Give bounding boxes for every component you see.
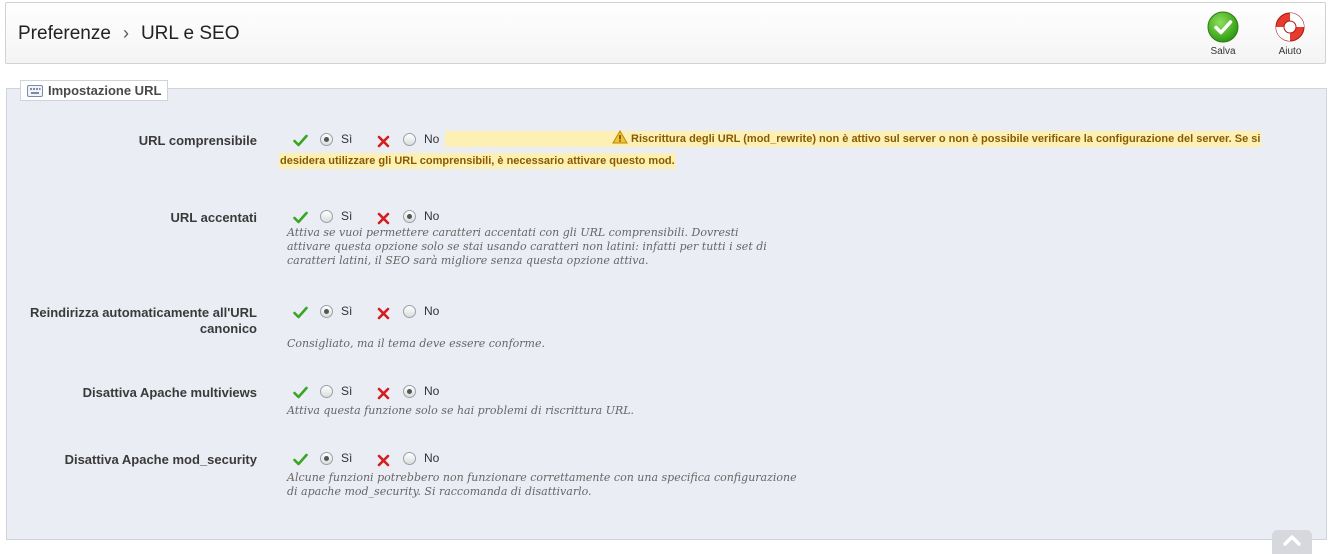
radio-yes[interactable]: [320, 133, 333, 146]
field-label: URL accentati: [170, 210, 257, 225]
field-help: Attiva se vuoi permettere caratteri acce…: [287, 226, 767, 267]
radio-yes-label: Sì: [341, 209, 353, 223]
radio-yes-label: Sì: [341, 451, 353, 465]
radio-yes-label: Sì: [341, 132, 353, 146]
yes-check-icon: [293, 211, 308, 224]
no-cross-icon: [377, 454, 390, 467]
radio-yes[interactable]: [320, 385, 333, 398]
radio-no[interactable]: [403, 133, 416, 146]
save-button[interactable]: Salva: [1197, 11, 1249, 61]
field-label: Disattiva Apache mod_security: [64, 452, 257, 467]
warning-message: Riscrittura degli URL (mod_rewrite) non …: [279, 127, 1283, 169]
radio-no[interactable]: [403, 210, 416, 223]
lifebuoy-icon: [1275, 12, 1305, 42]
field-label: URL comprensibile: [138, 133, 257, 148]
yes-check-icon: [293, 386, 308, 399]
radio-no-label: No: [424, 451, 440, 465]
scroll-to-top-button[interactable]: [1272, 530, 1312, 554]
radio-no-label: No: [424, 132, 440, 146]
help-button[interactable]: Aiuto: [1264, 11, 1316, 61]
yes-check-icon: [293, 306, 308, 319]
save-check-icon: [1207, 11, 1239, 43]
field-help: Alcune funzioni potrebbero non funzionar…: [287, 471, 797, 498]
keyboard-icon: [27, 85, 43, 100]
save-button-label: Salva: [1210, 46, 1236, 57]
radio-yes[interactable]: [320, 210, 333, 223]
chevron-right-icon: ›: [122, 23, 129, 43]
warning-icon: [446, 130, 628, 151]
no-cross-icon: [377, 387, 390, 400]
radio-yes[interactable]: [320, 452, 333, 465]
radio-yes-label: Sì: [341, 304, 353, 318]
breadcrumb: Preferenze › URL e SEO: [18, 23, 240, 45]
help-button-label: Aiuto: [1278, 46, 1302, 57]
radio-no[interactable]: [403, 385, 416, 398]
field-help: Attiva questa funzione solo se hai probl…: [287, 404, 635, 417]
chevron-up-icon: [1283, 535, 1301, 546]
radio-yes[interactable]: [320, 305, 333, 318]
no-cross-icon: [377, 212, 390, 225]
radio-no-label: No: [424, 384, 440, 398]
panel-legend-text: Impostazione URL: [48, 83, 162, 98]
yes-check-icon: [293, 134, 308, 147]
url-settings-panel: Impostazione URL URL comprensibile Riscr…: [6, 80, 1327, 540]
no-cross-icon: [377, 307, 390, 320]
field-label: Disattiva Apache multiviews: [82, 385, 257, 400]
breadcrumb-item-current: URL e SEO: [140, 23, 240, 44]
panel-legend: Impostazione URL: [20, 80, 169, 101]
radio-yes-label: Sì: [341, 384, 353, 398]
field-help: Consigliato, ma il tema deve essere conf…: [287, 337, 545, 350]
radio-no-label: No: [424, 304, 440, 318]
radio-no-label: No: [424, 209, 440, 223]
page-toolbar: Preferenze › URL e SEO Salva Aiuto: [5, 2, 1326, 64]
field-label: Reindirizza automaticamente all'URL cano…: [29, 305, 257, 336]
breadcrumb-item-preferences[interactable]: Preferenze: [18, 23, 111, 44]
yes-check-icon: [293, 453, 308, 466]
radio-no[interactable]: [403, 305, 416, 318]
radio-no[interactable]: [403, 452, 416, 465]
no-cross-icon: [377, 135, 390, 148]
